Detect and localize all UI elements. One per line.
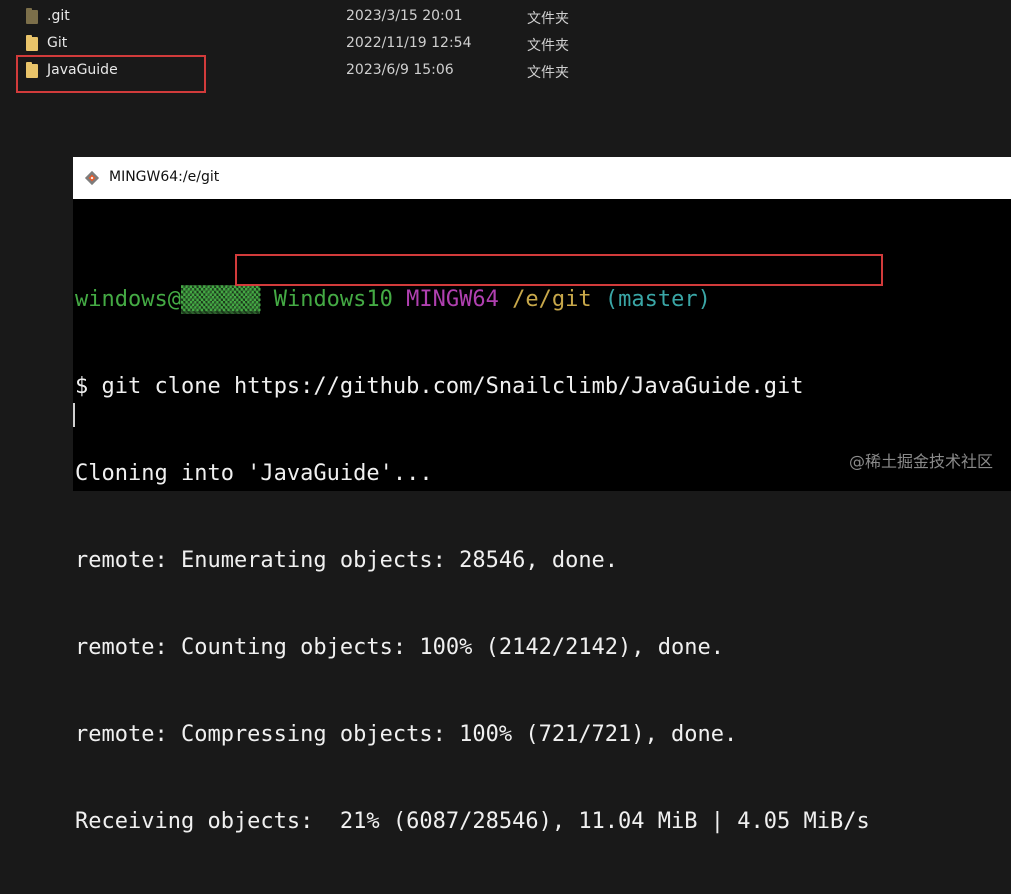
prompt-line: windows@▒▒▒▒▒▒ Windows10 MINGW64 /e/git … [75, 285, 870, 314]
command-line: $ git clone https://github.com/Snailclim… [75, 372, 870, 401]
command-url: https://github.com/Snailclimb/JavaGuide.… [233, 374, 804, 399]
file-date: 2022/11/19 12:54 [346, 35, 472, 51]
output-line: Receiving objects: 21% (6087/28546), 11.… [75, 809, 870, 834]
prompt-host: Windows10 [273, 287, 393, 312]
file-row-git[interactable]: Git 2022/11/19 12:54 文件夹 [0, 31, 1011, 58]
terminal-window[interactable]: MINGW64:/e/git windows@▒▒▒▒▒▒ Windows10 … [73, 157, 1011, 834]
output-line: remote: Compressing objects: 100% (721/7… [75, 722, 738, 747]
output-line: remote: Enumerating objects: 28546, done… [75, 548, 619, 573]
output-line: remote: Counting objects: 100% (2142/214… [75, 635, 725, 660]
file-name: Git [47, 35, 68, 51]
prompt-path: /e/git [512, 287, 592, 312]
prompt-branch: (master) [604, 287, 711, 312]
file-row-git-hidden[interactable]: .git 2023/3/15 20:01 文件夹 [0, 4, 1011, 31]
output-line: Cloning into 'JavaGuide'... [75, 461, 433, 486]
file-type: 文件夹 [527, 38, 569, 54]
url-highlight-box [235, 254, 883, 286]
file-date: 2023/6/9 15:06 [346, 62, 454, 78]
file-date: 2023/3/15 20:01 [346, 8, 463, 24]
terminal-title: MINGW64:/e/git [109, 169, 220, 185]
folder-highlight-box [16, 55, 206, 93]
text-cursor [73, 403, 75, 427]
terminal-content[interactable]: windows@▒▒▒▒▒▒ Windows10 MINGW64 /e/git … [75, 227, 870, 894]
command-prefix: $ git clone [75, 374, 234, 399]
watermark: @稀土掘金技术社区 [848, 452, 993, 471]
file-type: 文件夹 [527, 65, 569, 81]
file-type: 文件夹 [527, 11, 569, 27]
git-bash-icon [84, 170, 100, 186]
folder-icon [26, 8, 38, 24]
prompt-user: windows@ [75, 287, 181, 312]
prompt-system: MINGW64 [406, 287, 499, 312]
file-name: .git [47, 8, 70, 24]
terminal-titlebar[interactable]: MINGW64:/e/git [73, 157, 1011, 199]
folder-icon [26, 35, 38, 51]
prompt-masked-host: ▒▒▒▒▒▒ [180, 285, 261, 314]
